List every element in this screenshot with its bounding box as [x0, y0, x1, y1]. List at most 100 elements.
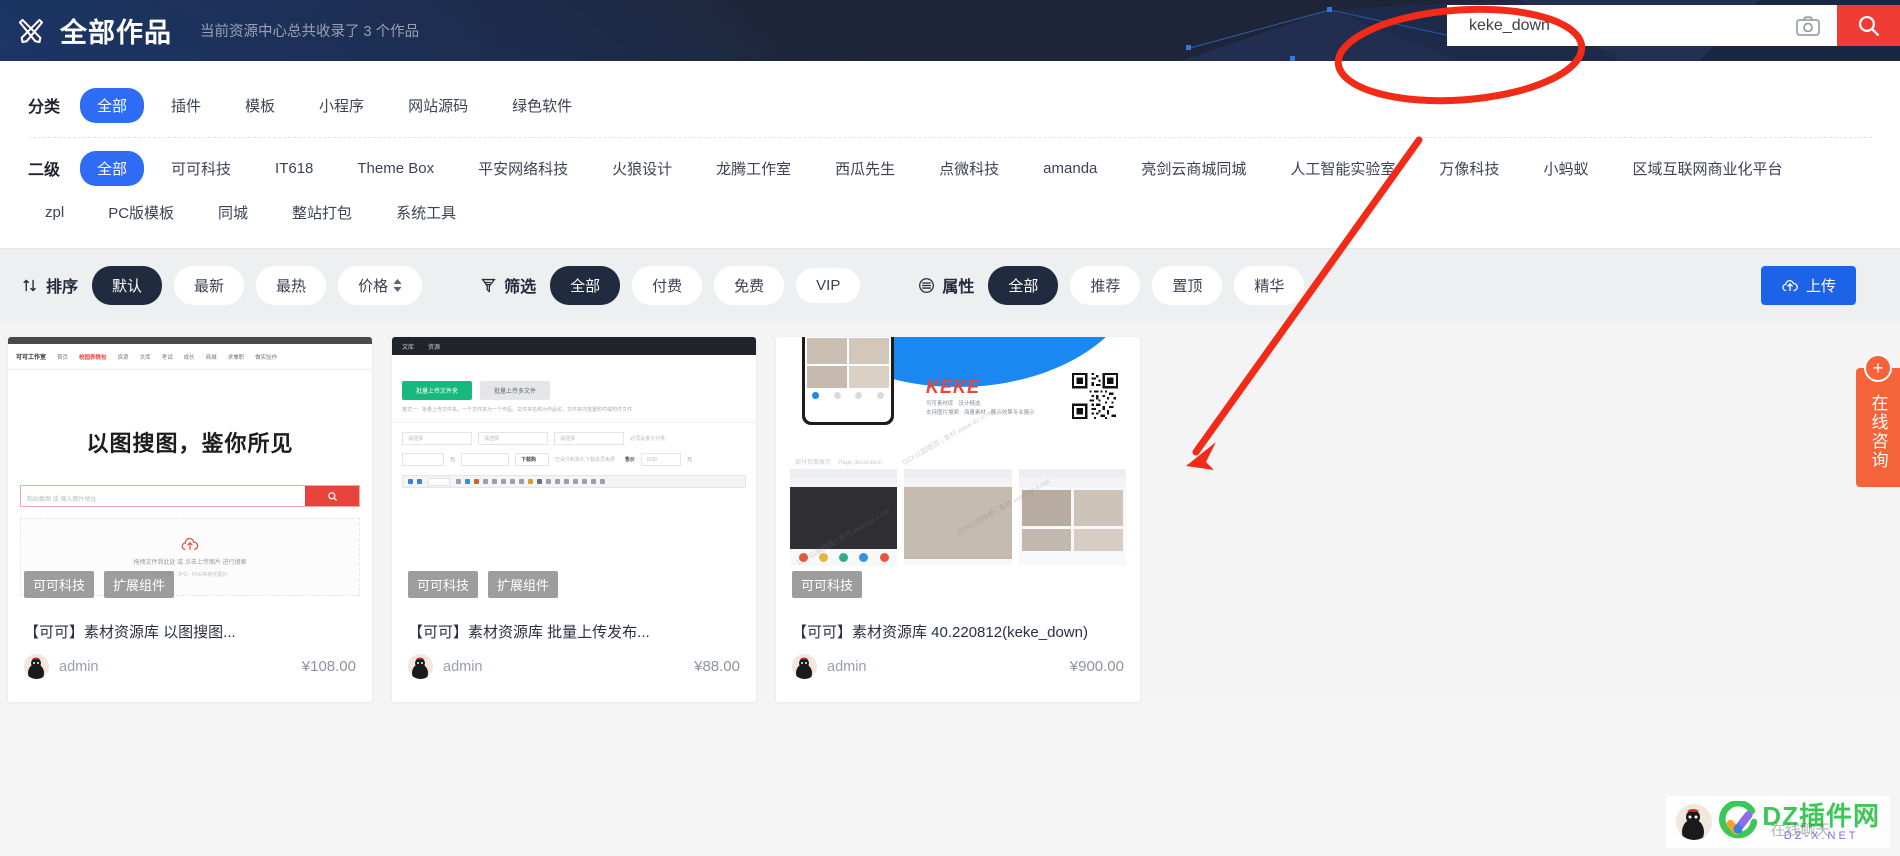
header-subtitle: 当前资源中心总共收录了 3 个作品: [200, 24, 420, 40]
work-tag[interactable]: 可可科技: [792, 571, 863, 598]
attribute-pill-essence[interactable]: 精华: [1234, 265, 1305, 305]
qr-code-icon: [1072, 373, 1118, 419]
avatar: [24, 654, 49, 679]
watermark-ghost-text: 在线聊天: [1770, 821, 1831, 839]
online-consult-widget[interactable]: + 在线咨询: [1856, 354, 1900, 487]
work-author[interactable]: admin: [59, 659, 99, 675]
secondary-chip-7[interactable]: 西瓜先生: [818, 151, 912, 186]
search-bar: [1447, 5, 1900, 46]
attribute-pill-recommend[interactable]: 推荐: [1070, 265, 1141, 305]
filter-pill-paid[interactable]: 付费: [632, 265, 703, 305]
secondary-chip-13[interactable]: 小蚂蚁: [1526, 151, 1605, 186]
secondary-chip-17[interactable]: 同城: [201, 195, 265, 230]
filter-pill-all[interactable]: 全部: [550, 265, 621, 305]
filter-label-text: 筛选: [504, 279, 537, 296]
online-consult-label: 在线咨询: [1868, 394, 1888, 470]
secondary-chip-all[interactable]: 全部: [80, 150, 145, 186]
work-tag[interactable]: 扩展组件: [488, 571, 559, 598]
secondary-chip-14[interactable]: 区域互联网商业化平台: [1615, 151, 1799, 186]
category-chip-template[interactable]: 模板: [228, 88, 292, 123]
thumb2-select-note: 必须设置子分类: [630, 436, 666, 442]
secondary-chip-8[interactable]: 点微科技: [922, 151, 1016, 186]
work-title[interactable]: 【可可】素材资源库 40.220812(keke_down): [792, 623, 1124, 643]
secondary-chip-3[interactable]: Theme Box: [340, 153, 451, 184]
work-card-body: 【可可】素材资源库 批量上传发布...: [392, 610, 756, 643]
work-card[interactable]: 文库 资源 批量上传文件夹 批量上传多文件 格式一：批量上传文件夹，一个文件夹为…: [392, 337, 756, 702]
work-title[interactable]: 【可可】素材资源库 批量上传发布...: [408, 623, 740, 643]
work-card-body: 【可可】素材资源库 以图搜图...: [8, 610, 372, 643]
upload-button[interactable]: 上传: [1760, 266, 1856, 305]
thumb2-discount-select: 下载购: [515, 453, 550, 466]
sort-pill-default[interactable]: 默认: [92, 265, 163, 305]
thumb3-preview-card: [904, 469, 1012, 566]
secondary-chip-12[interactable]: 万像科技: [1422, 151, 1516, 186]
thumb2-secondary-button: 批量上传多文件: [480, 381, 551, 400]
secondary-chip-15[interactable]: zpl: [28, 197, 81, 228]
plus-icon[interactable]: +: [1864, 354, 1892, 382]
thumb1-search-icon: [305, 486, 359, 506]
work-thumbnail: 可可工作室 首页 校园表情包 资源 文库 考试 成长 商城 求兼职 做实验作 以…: [8, 337, 372, 610]
filter-group-title: 筛选: [480, 273, 536, 297]
sort-pill-newest[interactable]: 最新: [174, 265, 245, 305]
page-header: 全部作品 当前资源中心总共收录了 3 个作品: [0, 0, 1900, 61]
work-price: ¥88.00: [694, 658, 740, 675]
thumb2-price-field: [402, 453, 444, 466]
category-chip-all[interactable]: 全部: [80, 87, 145, 123]
secondary-chip-18[interactable]: 整站打包: [275, 195, 369, 230]
thumb2-topbar-item-1: 资源: [428, 344, 441, 351]
search-button[interactable]: [1837, 5, 1900, 46]
secondary-chip-2[interactable]: IT618: [258, 153, 330, 184]
secondary-chip-1[interactable]: 可可科技: [154, 151, 248, 186]
sort-pill-price[interactable]: 价格: [338, 265, 423, 305]
funnel-icon: [481, 278, 496, 293]
work-card[interactable]: KEKE 可可素材库 · 设计精选 支持图片搜索 · 海量素材 · 展示效果专业…: [776, 337, 1140, 702]
thumb1-nav-3: 文库: [139, 354, 151, 361]
attribute-pill-top[interactable]: 置顶: [1152, 265, 1223, 305]
thumb1-nav-1: 校园表情包: [79, 354, 107, 361]
work-tag[interactable]: 可可科技: [408, 571, 479, 598]
attribute-label-text: 属性: [942, 279, 975, 296]
category-chip-green-software[interactable]: 绿色软件: [495, 88, 589, 123]
work-tag[interactable]: 扩展组件: [104, 571, 175, 598]
search-input[interactable]: [1469, 16, 1791, 35]
work-tag[interactable]: 可可科技: [24, 571, 95, 598]
work-thumbnail: KEKE 可可素材库 · 设计精选 支持图片搜索 · 海量素材 · 展示效果专业…: [776, 337, 1140, 610]
work-card[interactable]: 可可工作室 首页 校园表情包 资源 文库 考试 成长 商城 求兼职 做实验作 以…: [8, 337, 372, 702]
secondary-chip-6[interactable]: 龙腾工作室: [699, 151, 808, 186]
thumb2-select-3: 请选择: [554, 432, 624, 445]
category-chip-miniprogram[interactable]: 小程序: [302, 88, 381, 123]
thumb1-nav-8: 做实验作: [255, 354, 278, 361]
thumb2-topbar-item-0: 文库: [402, 344, 415, 351]
secondary-filter-label: 二级: [28, 162, 61, 179]
camera-icon[interactable]: [1791, 15, 1825, 36]
thumb3-section-title: 部分页面展示 Page decoration: [790, 457, 1140, 466]
work-title[interactable]: 【可可】素材资源库 以图搜图...: [24, 623, 356, 643]
sort-label: 排序: [46, 279, 79, 296]
thumb1-nav-5: 成长: [183, 354, 195, 361]
work-price: ¥108.00: [301, 658, 356, 675]
filter-pill-free[interactable]: 免费: [714, 265, 785, 305]
work-author[interactable]: admin: [443, 659, 483, 675]
category-chip-website-source[interactable]: 网站源码: [391, 88, 485, 123]
category-chip-plugin[interactable]: 插件: [154, 88, 218, 123]
site-watermark: DZ插件网 DZ-X.NET 在线聊天: [1666, 796, 1890, 848]
secondary-chip-11[interactable]: 人工智能实验室: [1273, 151, 1412, 186]
thumb1-search-placeholder: 粘贴截图 或 输入图片地址: [27, 497, 97, 503]
attribute-pill-all[interactable]: 全部: [988, 265, 1059, 305]
secondary-chip-9[interactable]: amanda: [1026, 153, 1114, 184]
secondary-chip-16[interactable]: PC版模板: [91, 195, 191, 230]
thumb3-hero: KEKE 可可素材库 · 设计精选 支持图片搜索 · 海量素材 · 展示效果专业…: [776, 337, 1140, 445]
secondary-chip-19[interactable]: 系统工具: [379, 195, 473, 230]
cloud-upload-icon: [181, 537, 199, 550]
thumb1-nav-0: 首页: [57, 354, 69, 361]
work-author[interactable]: admin: [827, 659, 867, 675]
secondary-chip-4[interactable]: 平安网络科技: [461, 151, 585, 186]
cloud-upload-icon: [1782, 279, 1798, 291]
filter-pill-vip[interactable]: VIP: [796, 267, 861, 303]
secondary-chip-5[interactable]: 火狼设计: [595, 151, 689, 186]
thumb1-nav-6: 商城: [205, 354, 217, 361]
sort-pill-hottest[interactable]: 最热: [256, 265, 327, 305]
secondary-chip-10[interactable]: 亮剑云商城同城: [1124, 151, 1263, 186]
work-price: ¥900.00: [1069, 658, 1124, 675]
upload-button-label: 上传: [1805, 278, 1836, 295]
